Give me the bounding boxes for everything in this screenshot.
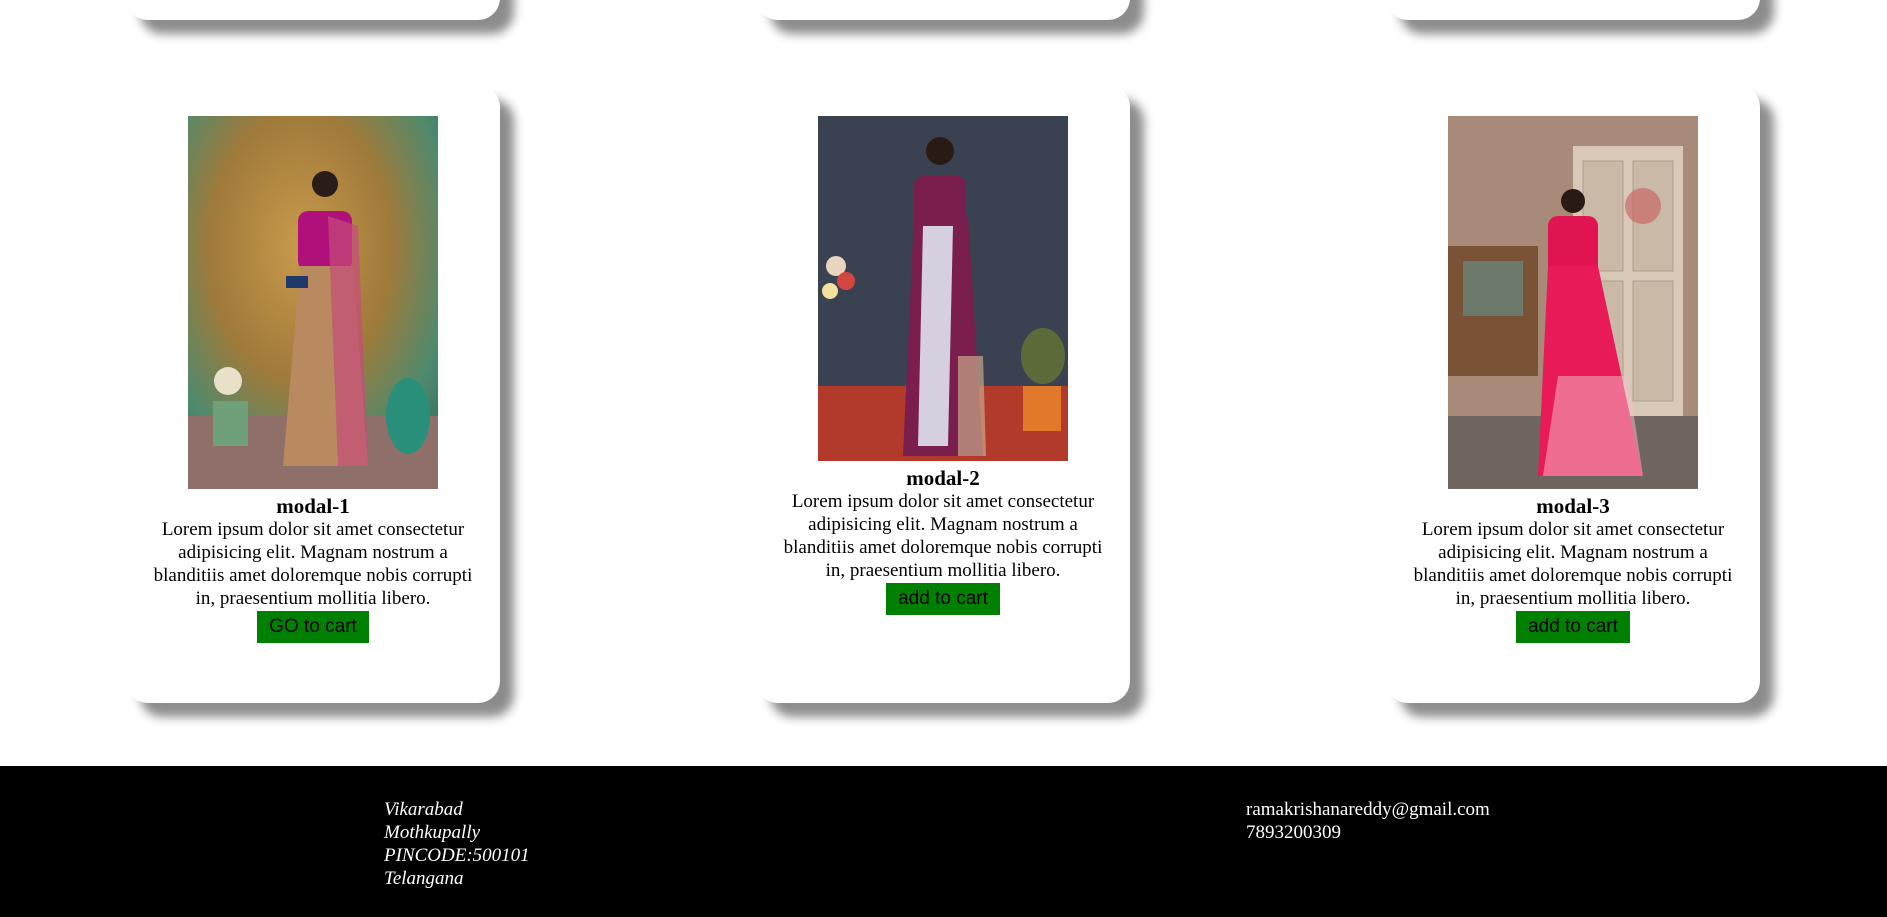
product-title: modal-2 (906, 466, 980, 490)
product-card: modal-1 Lorem ipsum dolor sit amet conse… (126, 85, 500, 703)
product-card-partial (126, 0, 500, 20)
product-description: Lorem ipsum dolor sit amet consectetur a… (1413, 519, 1733, 609)
address-line: Mothkupally (384, 822, 481, 843)
product-description: Lorem ipsum dolor sit amet consectetur a… (153, 519, 473, 609)
product-card-partial (1386, 0, 1760, 20)
go-to-cart-button[interactable]: GO to cart (257, 611, 369, 643)
footer-email: ramakrishanareddy@gmail.com (1246, 799, 1490, 820)
product-card: modal-3 Lorem ipsum dolor sit amet conse… (1386, 85, 1760, 703)
address-line: PINCODE:500101 (384, 845, 530, 866)
page: modal-1 Lorem ipsum dolor sit amet conse… (0, 0, 1887, 917)
add-to-cart-button[interactable]: add to cart (886, 583, 1000, 615)
address-line: Telangana (384, 868, 464, 889)
product-title: modal-1 (276, 494, 350, 518)
saree-photo (818, 116, 1068, 461)
product-card-partial (756, 0, 1130, 20)
add-to-cart-button[interactable]: add to cart (1516, 611, 1630, 643)
product-description: Lorem ipsum dolor sit amet consectetur a… (783, 491, 1103, 581)
footer-contact: ramakrishanareddy@gmail.com 7893200309 (1246, 798, 1490, 844)
saree-photo (188, 116, 438, 489)
footer-phone: 7893200309 (1246, 822, 1341, 843)
product-title: modal-3 (1536, 494, 1610, 518)
saree-photo (1448, 116, 1698, 489)
address-line: Vikarabad (384, 799, 463, 820)
footer: Vikarabad Mothkupally PINCODE:500101 Tel… (0, 766, 1887, 917)
footer-address: Vikarabad Mothkupally PINCODE:500101 Tel… (384, 798, 530, 890)
product-card: modal-2 Lorem ipsum dolor sit amet conse… (756, 85, 1130, 703)
